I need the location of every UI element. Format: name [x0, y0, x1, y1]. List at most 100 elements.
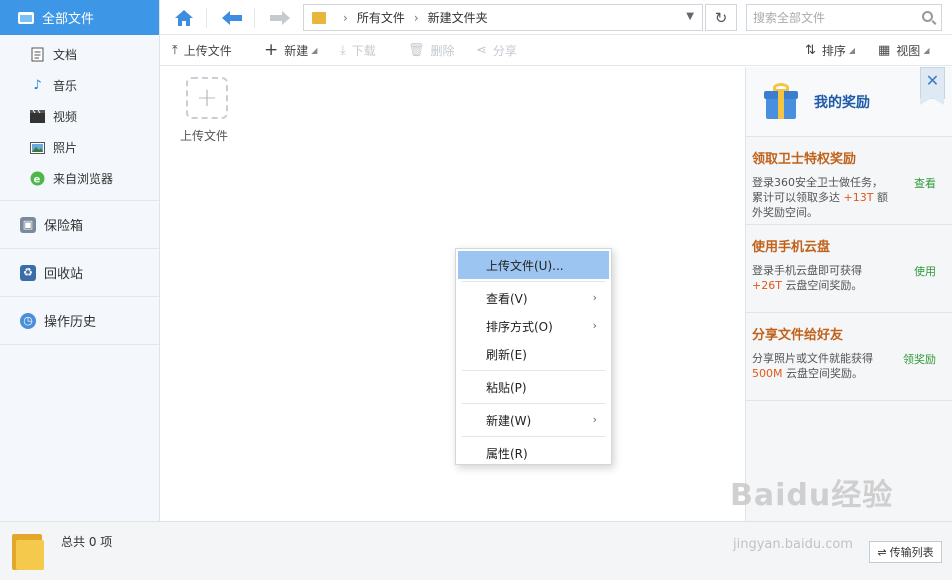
- history-icon: ◷: [20, 312, 36, 329]
- app-window: 全部文件 文档 ♪ 音乐 视频 照片 e 来自浏览器 ▣ 保险箱 ♻ 回收站 ◷…: [0, 0, 952, 580]
- chevron-right-icon: ›: [592, 319, 597, 332]
- reward-title[interactable]: 领取卫士特权奖励: [752, 148, 944, 167]
- reward-description: 分享照片或文件就能获得 500M 云盘空间奖励。: [752, 351, 892, 381]
- new-button[interactable]: + 新建 ◢: [264, 35, 317, 65]
- download-label: 下载: [351, 43, 376, 58]
- menu-item-label: 刷新(E): [486, 347, 527, 362]
- menu-item-view[interactable]: 查看(V) ›: [456, 284, 611, 312]
- gift-icon: [762, 82, 800, 121]
- upload-button[interactable]: ⤒ 上传文件: [172, 35, 232, 65]
- search-box: [746, 4, 942, 31]
- sort-button[interactable]: ⇅ 排序 ◢: [805, 35, 855, 65]
- sort-icon: ⇅: [805, 42, 816, 58]
- reward-title[interactable]: 分享文件给好友: [752, 324, 944, 343]
- breadcrumb-item[interactable]: 所有文件: [357, 9, 405, 26]
- reward-desc-text: 云盘空间奖励。: [785, 279, 863, 292]
- menu-item-label: 查看(V): [486, 291, 528, 306]
- sidebar-item-documents[interactable]: 文档: [0, 39, 159, 70]
- music-icon: ♪: [33, 78, 42, 93]
- reward-title[interactable]: 使用手机云盘: [752, 236, 944, 255]
- view-button[interactable]: ▦ 视图 ◢: [878, 35, 929, 65]
- video-icon: [30, 109, 45, 124]
- menu-item-upload[interactable]: 上传文件(U)...: [458, 251, 609, 279]
- sidebar-item-label: 来自浏览器: [53, 172, 114, 186]
- reward-description: 登录手机云盘即可获得 +26T 云盘空间奖励。: [752, 263, 892, 293]
- reward-action-link[interactable]: 查看: [914, 175, 936, 191]
- delete-label: 删除: [430, 43, 455, 58]
- chevron-right-icon: ›: [413, 10, 419, 25]
- menu-item-label: 属性(R): [486, 446, 528, 461]
- context-menu: 上传文件(U)... 查看(V) › 排序方式(O) › 刷新(E) 粘贴(P)…: [455, 248, 612, 465]
- toolbar: ⤒ 上传文件 + 新建 ◢ ⤓ 下载 🗑 删除 ⋖ 分享 ⇅ 排序 ◢ ▦ 视图…: [160, 35, 952, 66]
- menu-item-refresh[interactable]: 刷新(E): [456, 340, 611, 368]
- grid-view-icon: ▦: [878, 42, 891, 58]
- search-icon[interactable]: [922, 11, 933, 22]
- sidebar-item-label: 回收站: [44, 267, 84, 282]
- photo-icon: [30, 140, 45, 155]
- reward-action-link[interactable]: 领奖励: [903, 351, 936, 367]
- refresh-button[interactable]: ↻: [705, 4, 737, 31]
- browser-icon: e: [30, 171, 45, 186]
- menu-item-label: 新建(W): [486, 413, 532, 428]
- sidebar-subnav: 文档 ♪ 音乐 视频 照片 e 来自浏览器: [0, 35, 159, 201]
- caret-icon: ◢: [848, 45, 856, 55]
- breadcrumb: › 所有文件 › 新建文件夹: [334, 9, 488, 26]
- trash-icon: 🗑: [408, 42, 425, 58]
- sidebar-item-label: 视频: [53, 110, 78, 124]
- sidebar-item-history[interactable]: ◷ 操作历史: [0, 297, 159, 345]
- navigation-bar: › 所有文件 › 新建文件夹 ▼ ↻: [160, 0, 952, 35]
- reward-item: 使用手机云盘 登录手机云盘即可获得 +26T 云盘空间奖励。 使用: [746, 225, 952, 313]
- upload-tile[interactable]: + 上传文件: [180, 77, 232, 144]
- home-icon: [175, 9, 193, 26]
- address-bar[interactable]: › 所有文件 › 新建文件夹 ▼: [303, 4, 703, 31]
- chevron-right-icon: ›: [343, 10, 348, 25]
- menu-separator: [462, 436, 605, 437]
- reward-item: 领取卫士特权奖励 登录360安全卫士做任务，累计可以领取多达 +13T 额外奖励…: [746, 137, 952, 225]
- document-icon: [30, 47, 45, 62]
- upload-label: 上传文件: [183, 43, 232, 58]
- chevron-down-icon[interactable]: ▼: [686, 11, 694, 22]
- svg-text:e: e: [34, 175, 41, 186]
- sidebar-item-music[interactable]: ♪ 音乐: [0, 70, 159, 101]
- back-button[interactable]: [214, 0, 250, 35]
- back-arrow-icon: [222, 10, 242, 25]
- chevron-right-icon: ›: [592, 291, 597, 304]
- close-panel-button[interactable]: ✕: [920, 67, 945, 105]
- sidebar-item-safe[interactable]: ▣ 保险箱: [0, 201, 159, 249]
- plus-icon: +: [186, 77, 228, 119]
- divider: [254, 8, 255, 28]
- delete-button[interactable]: 🗑 删除: [408, 35, 455, 65]
- reward-item: 分享文件给好友 分享照片或文件就能获得 500M 云盘空间奖励。 领奖励: [746, 313, 952, 401]
- folder-icon: [12, 532, 44, 570]
- forward-arrow-icon: [270, 10, 290, 25]
- forward-button[interactable]: [262, 0, 298, 35]
- reward-desc-text: 登录手机云盘即可获得: [752, 264, 862, 277]
- transfer-list-button[interactable]: ⇌ 传输列表: [869, 541, 942, 563]
- menu-item-sort[interactable]: 排序方式(O) ›: [456, 312, 611, 340]
- recycle-bin-icon: ♻: [20, 264, 36, 281]
- sidebar-item-video[interactable]: 视频: [0, 101, 159, 132]
- sidebar-item-recycle-bin[interactable]: ♻ 回收站: [0, 249, 159, 297]
- menu-item-new[interactable]: 新建(W) ›: [456, 406, 611, 434]
- sidebar-item-all-files[interactable]: 全部文件: [0, 0, 159, 35]
- menu-item-properties[interactable]: 属性(R): [456, 439, 611, 467]
- search-input[interactable]: [753, 10, 913, 25]
- home-button[interactable]: [166, 0, 202, 35]
- download-button[interactable]: ⤓ 下载: [340, 35, 376, 65]
- close-icon: ✕: [925, 71, 940, 90]
- sidebar-item-photos[interactable]: 照片: [0, 132, 159, 163]
- upload-tile-label: 上传文件: [179, 129, 228, 143]
- breadcrumb-item[interactable]: 新建文件夹: [428, 9, 488, 26]
- sidebar-item-label: 照片: [53, 141, 78, 155]
- sidebar-item-browser[interactable]: e 来自浏览器: [0, 163, 159, 194]
- reward-action-link[interactable]: 使用: [914, 263, 936, 279]
- menu-item-paste[interactable]: 粘贴(P): [456, 373, 611, 401]
- caret-icon: ◢: [923, 45, 930, 55]
- rewards-title: 我的奖励: [814, 94, 870, 111]
- file-list-area[interactable]: + 上传文件: [160, 67, 745, 521]
- sidebar-item-label: 文档: [53, 48, 78, 62]
- reward-desc-text: 分享照片或文件就能获得: [752, 352, 873, 365]
- sidebar-item-label: 全部文件: [42, 12, 95, 27]
- share-button[interactable]: ⋖ 分享: [476, 35, 517, 65]
- view-label: 视图: [896, 43, 921, 58]
